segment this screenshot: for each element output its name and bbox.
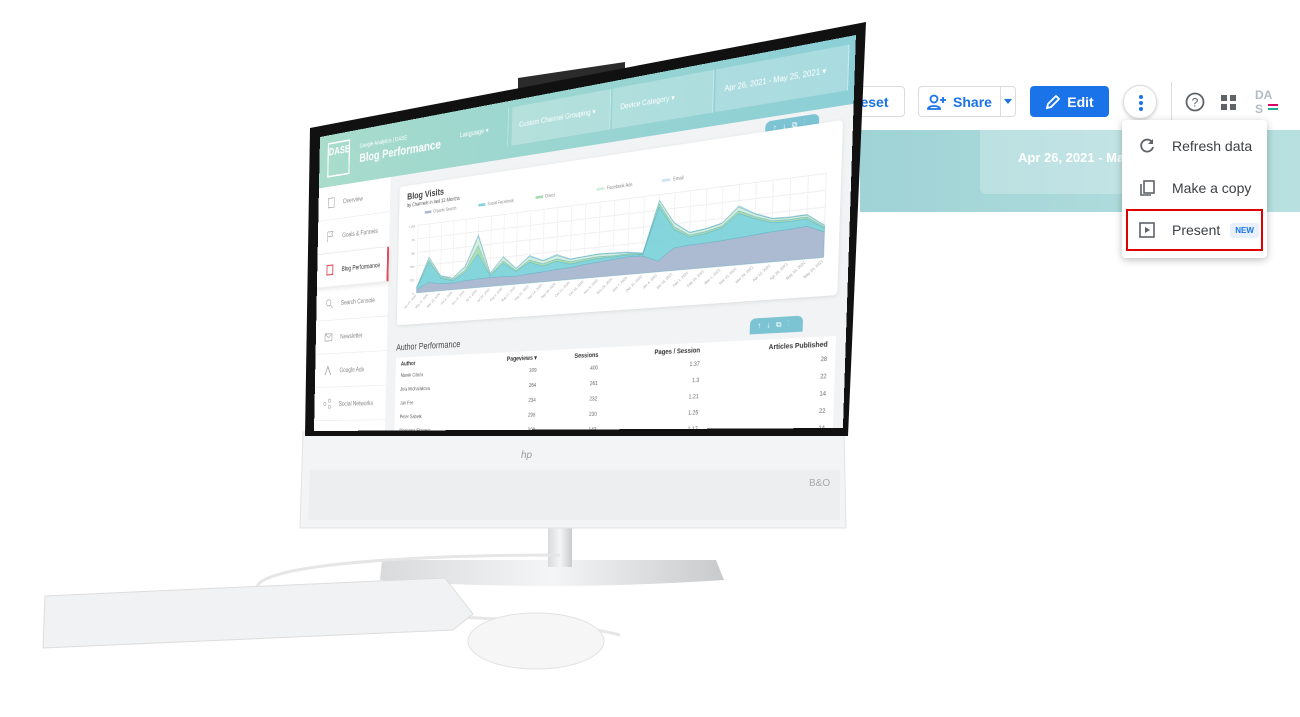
x-tick-label: Nov 23, 2020 [595,276,613,296]
legend-swatch [424,210,432,214]
keyboard [42,577,474,649]
table-cell: Jola Michalakova [400,386,430,393]
x-tick-label: May 24, 2021 [802,257,825,279]
x-tick-label: May 25, 2020 [426,291,441,309]
filter-channel-grouping[interactable]: Custom Channel Grouping ▾ [511,88,612,146]
flag-icon [326,230,336,244]
table-cell: Marianna Stakova [399,428,431,432]
table-cell: 1.37 [689,362,700,369]
mouse [467,612,605,670]
table-cell: 1.21 [688,394,699,401]
legend-label: Facebook Ads [607,182,633,191]
sidebar-item-newsletter[interactable]: Newsletter [315,316,388,355]
table-cell: 28 [820,357,828,364]
x-tick-label: Oct 26, 2020 [568,278,585,297]
table-cell: 22 [819,374,827,381]
table-cell: Jan Fer [399,401,413,407]
sidebar-item-label: Goals & Funnels [342,226,378,239]
table-cell: 22 [818,408,826,415]
table-cell: 309 [529,368,537,375]
sidebar-item-google-ads[interactable]: Google Ads [314,350,387,388]
x-tick-label: Jul 20, 2020 [476,287,491,304]
bo-logo: B&O [809,478,830,489]
x-tick-label: Mar 29, 2021 [734,264,755,285]
table-cell: 261 [589,381,598,388]
mail-icon [324,330,334,343]
y-tick-label: 1.25K [409,223,416,229]
table-cell: 1.25 [688,410,699,417]
table-cell: 264 [528,383,537,389]
table-cell: 14 [819,391,827,398]
sidebar-item-search-console[interactable]: Search Console [316,281,389,322]
blog-icon [325,263,335,276]
legend-label: Social Facebook [487,198,514,207]
sidebar-item-label: Blog Performance [341,261,381,273]
sidebar-item-social-networks[interactable]: Social Networks [314,385,387,422]
gridline [416,225,418,292]
sidebar-item-label: Social Networks [338,399,374,408]
legend-swatch [535,195,544,199]
legend-label: Direct [545,192,555,199]
table-cell: 400 [590,366,599,373]
filter-device-category[interactable]: Device Category ▾ [611,69,715,130]
legend-swatch [661,178,671,183]
table-controls[interactable]: ↑↓⧉⋮ [749,315,803,335]
x-tick-label: Sep 28, 2020 [540,281,557,300]
legend-swatch [478,203,486,207]
y-tick-label: 750 [411,250,416,256]
overview-icon [327,196,337,210]
dashboard-sidebar: Overview Goals & Funnels Blog Performance S… [314,177,391,432]
filter-language[interactable]: Language ▾ [452,107,509,156]
y-tick-label: 1K [412,237,416,242]
legend-swatch [596,187,605,191]
blog-visits-chart: 02505007501K1.25KApr 27, 2020May 11, 202… [403,149,842,310]
y-tick-label: 250 [410,277,415,283]
table-cell: Marek Cibula [400,373,424,379]
y-tick-label: 500 [410,264,415,270]
hp-logo: hp [521,450,533,461]
x-tick-label: Jun 22, 2020 [450,289,465,307]
dase-logo: DASE [327,139,350,178]
column-header[interactable]: Sessions [543,349,604,362]
table-cell: 298 [527,412,536,419]
table-cell: 1.3 [691,378,700,385]
table-cell: 234 [528,398,536,404]
sidebar-item-label: Newsletter [340,331,363,340]
sidebar-item-label: Overview [342,194,363,205]
legend-label: Email [673,175,684,182]
column-header[interactable]: Pageviews ▾ [471,352,541,366]
share-icon [323,397,331,410]
search-icon [324,297,334,310]
speaker-grille [308,470,840,520]
x-tick-label: Jan 18, 2021 [655,271,674,291]
table-cell: Peter Sabelk [399,414,422,420]
x-tick-label: Dec 21, 2020 [625,273,644,293]
google-ads-icon [323,364,332,377]
sidebar-item-label: Search Console [340,296,376,307]
table-cell: 232 [589,396,598,403]
x-tick-label: Feb 15, 2021 [686,268,706,289]
legend-label: Organic Search [433,206,456,214]
sidebar-item-label: Google Ads [339,365,365,374]
table-cell: 230 [588,411,597,418]
table-title: Author Performance [396,339,461,353]
author-performance-table: Author Pageviews ▾ Sessions Pages / Session… [394,336,836,432]
